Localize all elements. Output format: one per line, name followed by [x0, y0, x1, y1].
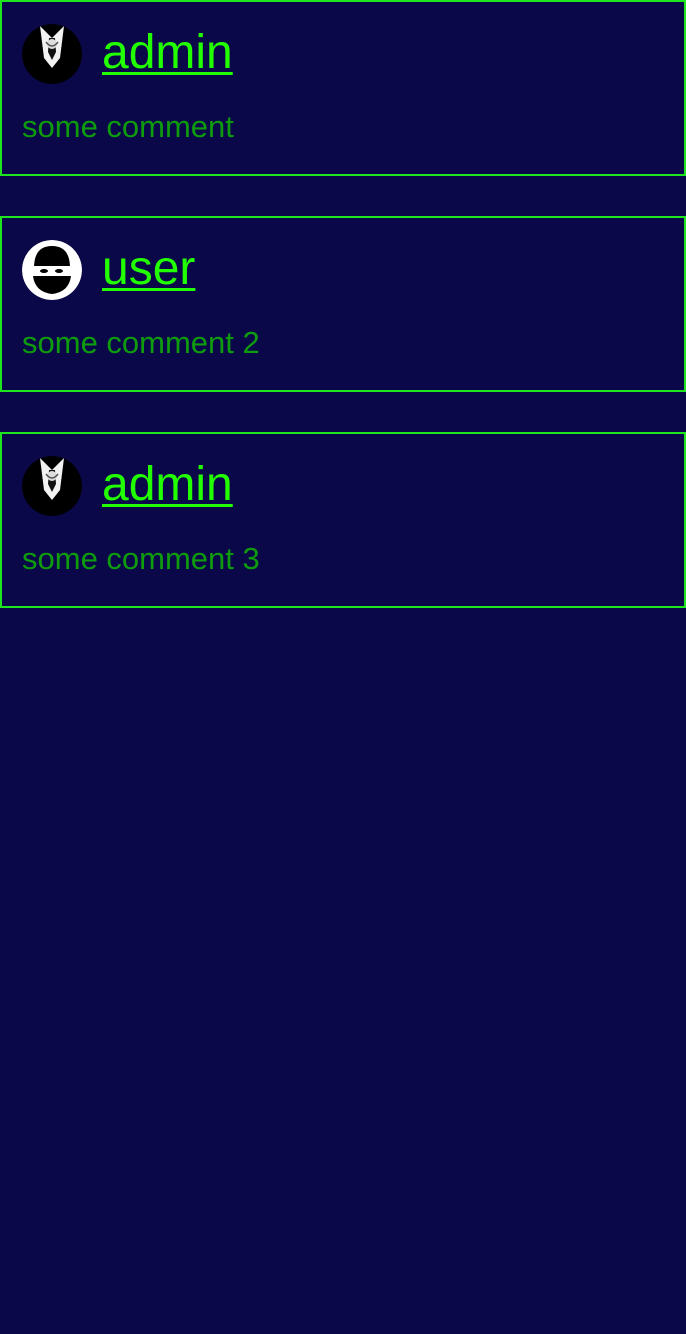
- comment-card: admin some comment 3: [0, 432, 686, 608]
- masked-ninja-avatar-icon: [22, 240, 82, 300]
- author-link[interactable]: admin: [102, 24, 233, 82]
- author-link[interactable]: user: [102, 240, 195, 298]
- comment-text: some comment 2: [22, 325, 260, 360]
- comment-text: some comment 3: [22, 541, 260, 576]
- suit-avatar-icon: [22, 24, 82, 84]
- comment-card: admin some comment: [0, 0, 686, 176]
- comment-card: user some comment 2: [0, 216, 686, 392]
- comment-text: some comment: [22, 109, 234, 144]
- author-link[interactable]: admin: [102, 456, 233, 514]
- suit-avatar-icon: [22, 456, 82, 516]
